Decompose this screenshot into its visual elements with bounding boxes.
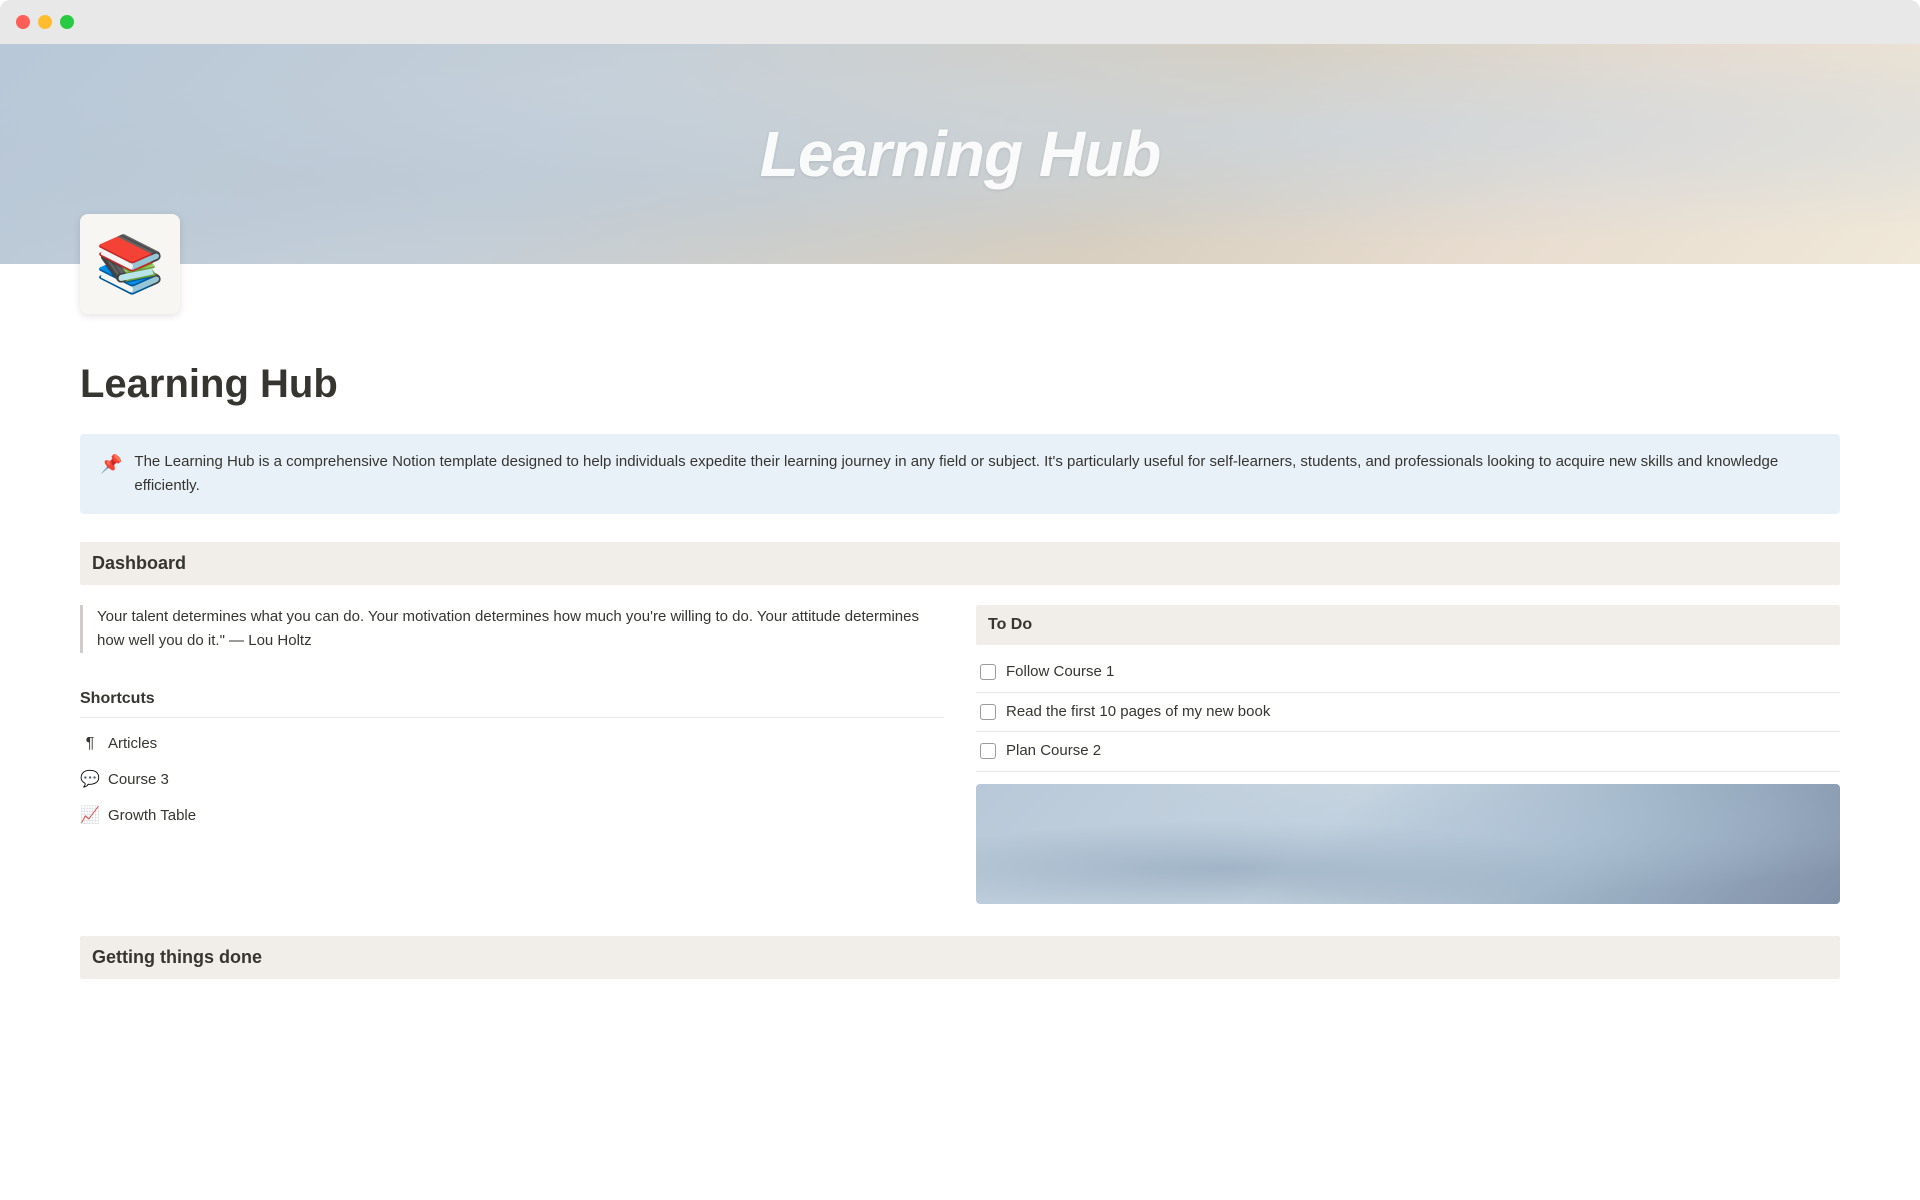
shortcut-growth-table[interactable]: 📈 Growth Table xyxy=(80,798,944,834)
todo-checkbox-1[interactable] xyxy=(980,664,996,680)
dashboard-image xyxy=(976,784,1840,904)
icon-area: 📚 xyxy=(0,214,1920,314)
todo-checkbox-3[interactable] xyxy=(980,743,996,759)
shortcuts-section: Shortcuts ¶ Articles 💬 Course 3 📈 Growth… xyxy=(80,681,944,834)
growth-table-icon: 📈 xyxy=(80,804,100,828)
course3-icon: 💬 xyxy=(80,768,100,792)
todo-label-1: Follow Course 1 xyxy=(1006,661,1114,684)
shortcut-course3[interactable]: 💬 Course 3 xyxy=(80,762,944,798)
dashboard-grid: Your talent determines what you can do. … xyxy=(80,605,1840,904)
todo-checkbox-2[interactable] xyxy=(980,704,996,720)
page-icon: 📚 xyxy=(80,214,180,314)
shortcut-course3-label: Course 3 xyxy=(108,769,169,792)
dashboard-section-header: Dashboard xyxy=(80,542,1840,585)
shortcut-articles[interactable]: ¶ Articles xyxy=(80,726,944,762)
main-content: Learning Hub 📌 The Learning Hub is a com… xyxy=(0,314,1920,1039)
articles-icon: ¶ xyxy=(80,732,100,756)
callout-text: The Learning Hub is a comprehensive Noti… xyxy=(134,450,1820,498)
todo-label-2: Read the first 10 pages of my new book xyxy=(1006,701,1270,724)
close-button[interactable] xyxy=(16,15,30,29)
todo-header: To Do xyxy=(976,605,1840,645)
todo-label-3: Plan Course 2 xyxy=(1006,740,1101,763)
getting-things-done-header: Getting things done xyxy=(80,936,1840,979)
shortcut-growth-table-label: Growth Table xyxy=(108,805,196,828)
right-column: To Do Follow Course 1 Read the first 10 … xyxy=(976,605,1840,904)
left-column: Your talent determines what you can do. … xyxy=(80,605,944,904)
todo-item-3: Plan Course 2 xyxy=(976,732,1840,772)
window-chrome xyxy=(0,0,1920,44)
todo-item-2: Read the first 10 pages of my new book xyxy=(976,693,1840,733)
page-title: Learning Hub xyxy=(80,354,1840,414)
maximize-button[interactable] xyxy=(60,15,74,29)
hero-title: Learning Hub xyxy=(760,106,1160,202)
shortcut-articles-label: Articles xyxy=(108,733,157,756)
quote-text: Your talent determines what you can do. … xyxy=(97,608,919,649)
quote-block: Your talent determines what you can do. … xyxy=(80,605,944,653)
callout-box: 📌 The Learning Hub is a comprehensive No… xyxy=(80,434,1840,514)
callout-icon: 📌 xyxy=(100,451,122,478)
todo-item-1: Follow Course 1 xyxy=(976,653,1840,693)
minimize-button[interactable] xyxy=(38,15,52,29)
shortcuts-title: Shortcuts xyxy=(80,681,944,718)
